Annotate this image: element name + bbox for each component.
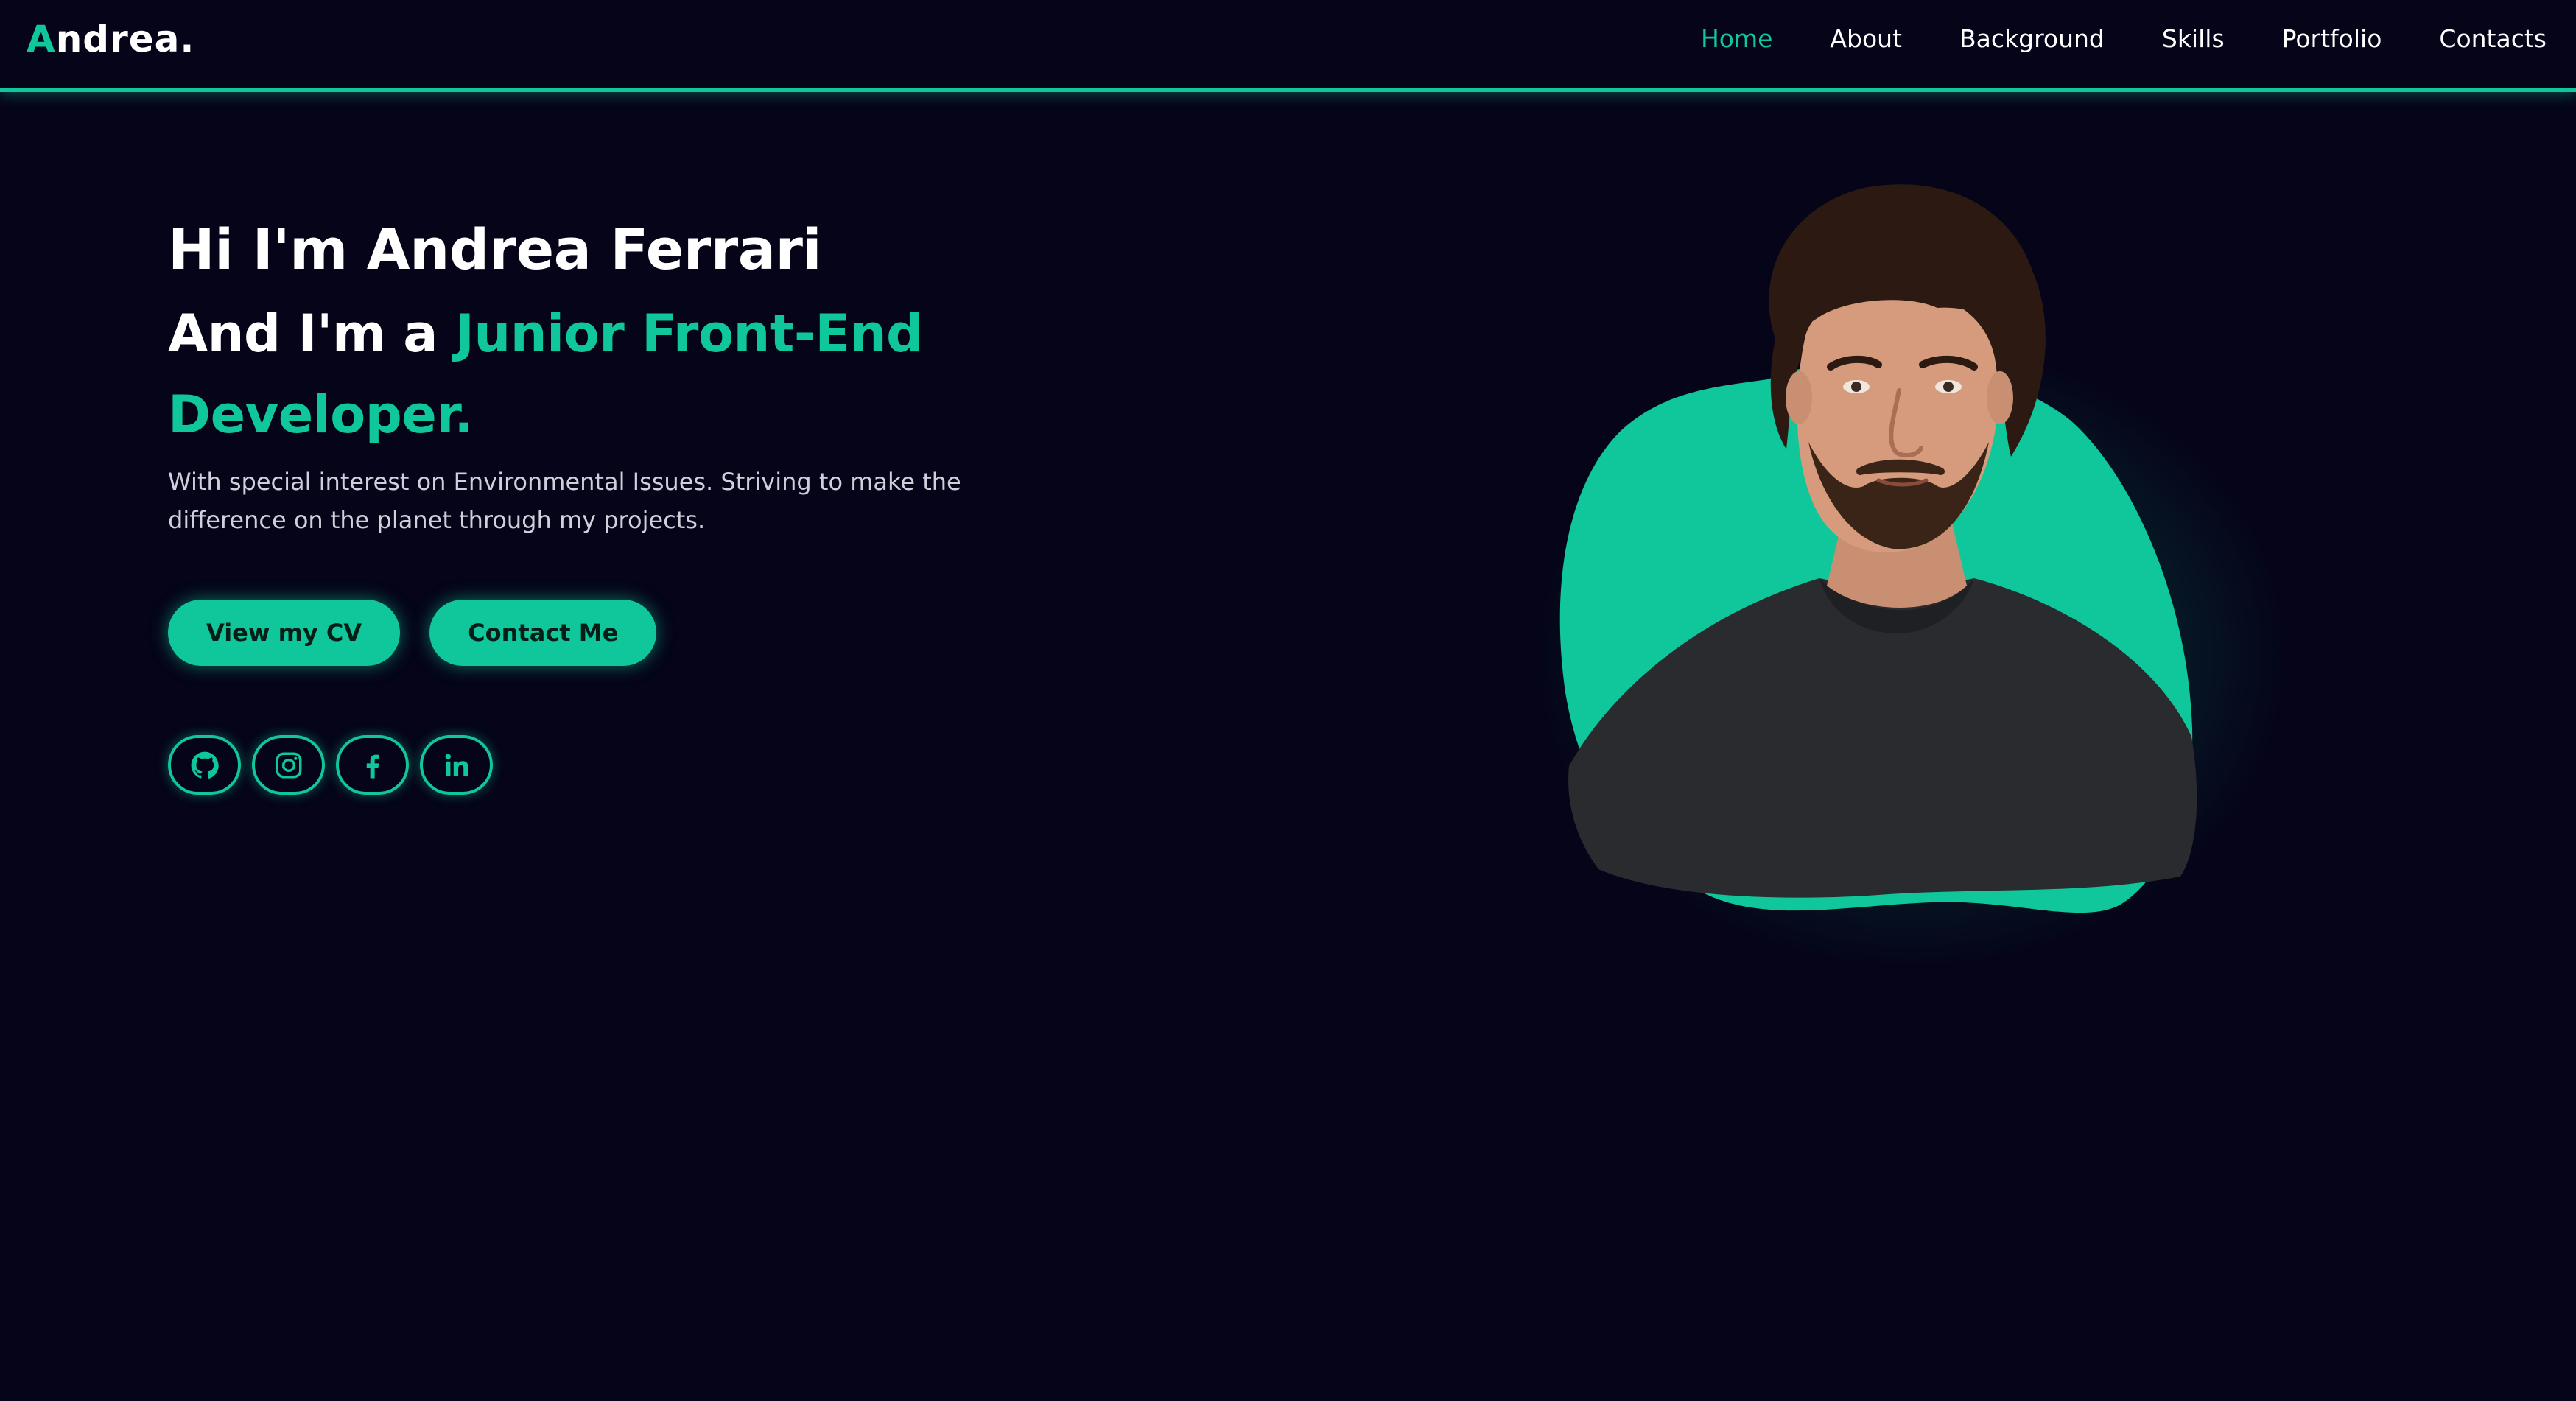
hero-description: With special interest on Environmental I… [168, 468, 961, 534]
logo[interactable]: Andrea. [27, 15, 194, 63]
main-nav: Home About Background Skills Portfolio C… [1643, 21, 2547, 57]
nav-portfolio[interactable]: Portfolio [2282, 21, 2382, 57]
logo-initial: A [27, 18, 56, 60]
hero-role-heading: And I'm a Junior Front-End Developer. [168, 293, 941, 455]
logo-rest: ndrea. [55, 18, 195, 60]
hero-section: Hi I'm Andrea Ferrari And I'm a Junior F… [168, 206, 1052, 539]
profile-photo [1559, 184, 2197, 913]
facebook-icon [366, 754, 379, 778]
hero-role-prefix: And I'm a [168, 303, 455, 364]
nav-home[interactable]: Home [1701, 21, 1772, 57]
nav-skills[interactable]: Skills [2162, 21, 2225, 57]
view-cv-button[interactable]: View my CV [168, 600, 401, 666]
site-header: Andrea. Home About Background Skills Por… [0, 0, 2576, 92]
hero-greeting: Hi I'm Andrea Ferrari [168, 217, 822, 282]
instagram-icon [276, 752, 301, 778]
nav-background[interactable]: Background [1959, 21, 2105, 57]
github-icon [191, 751, 219, 779]
contact-me-button[interactable]: Contact Me [429, 600, 657, 666]
instagram-link[interactable] [252, 735, 325, 795]
facebook-link[interactable] [336, 735, 409, 795]
hero-buttons: View my CV Contact Me [168, 600, 657, 666]
social-links [168, 735, 493, 795]
nav-contacts[interactable]: Contacts [2439, 21, 2547, 57]
github-link[interactable] [168, 735, 241, 795]
linkedin-link[interactable] [420, 735, 493, 795]
nav-about[interactable]: About [1830, 21, 1902, 57]
linkedin-icon [445, 754, 468, 776]
portrait-area [1495, 177, 2284, 987]
